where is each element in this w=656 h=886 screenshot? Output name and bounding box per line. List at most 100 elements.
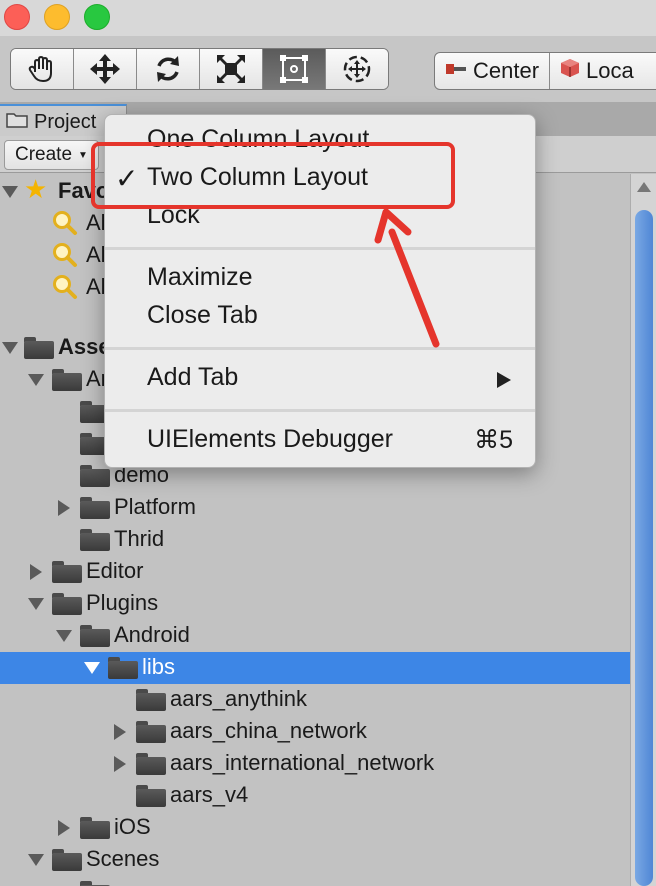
transform-tool-group: [10, 48, 389, 90]
star-icon: ★: [24, 174, 48, 204]
tab-project-label: Project: [34, 110, 97, 133]
tree-row-android[interactable]: Android: [0, 620, 630, 652]
tree-row-plugins[interactable]: Plugins: [0, 588, 630, 620]
menu-item-label: UIElements Debugger: [147, 425, 393, 453]
folder-icon: [108, 657, 138, 679]
folder-icon: [6, 111, 28, 134]
folder-icon: [80, 881, 110, 886]
menu-separator: [105, 409, 535, 412]
move-icon: [90, 54, 120, 84]
folder-icon: [24, 337, 54, 359]
scrollbar-thumb[interactable]: [635, 210, 653, 886]
favorite-label: Al: [86, 274, 106, 299]
main-toolbar: Center Loca: [0, 36, 656, 102]
tree-item-label: Scenes: [86, 846, 160, 871]
folder-icon: [80, 625, 110, 647]
move-tool-button[interactable]: [74, 49, 137, 89]
collapse-arrow-icon[interactable]: [114, 756, 126, 772]
annotation-highlight-box: [91, 142, 455, 209]
window-close-button[interactable]: [4, 4, 30, 30]
tree-row-libs[interactable]: libs: [0, 652, 630, 684]
menu-separator: [105, 247, 535, 250]
collapse-arrow-icon[interactable]: [58, 500, 70, 516]
cube-icon: [560, 58, 580, 84]
expand-arrow-icon[interactable]: [2, 342, 18, 354]
tree-item-label: aars_anythink: [170, 686, 307, 711]
tree-row-aars-v4[interactable]: aars_v4: [0, 780, 630, 812]
tree-item-label: Android: [114, 622, 190, 647]
transform-tool-button[interactable]: [326, 49, 388, 89]
menu-item-label: Close Tab: [147, 301, 258, 329]
expand-arrow-icon[interactable]: [28, 854, 44, 866]
tree-item-label: iOS: [114, 814, 151, 839]
pivot-center-label: Center: [473, 58, 540, 83]
tree-item-label: Thrid: [114, 526, 165, 551]
rect-tool-button[interactable]: [263, 49, 326, 89]
assets-label: Asse: [58, 334, 111, 359]
favorite-label: Al: [86, 210, 106, 235]
folder-icon: [136, 689, 166, 711]
tree-row-aars-international-network[interactable]: aars_international_network: [0, 748, 630, 780]
search-icon: [53, 275, 77, 299]
tree-item-label: aars_international_network: [170, 750, 435, 775]
folder-icon: [52, 593, 82, 615]
tree-item-label: libs: [142, 654, 176, 679]
folder-icon: [136, 753, 166, 775]
tree-row-ios[interactable]: iOS: [0, 812, 630, 844]
tree-scrollbar[interactable]: [630, 174, 656, 886]
folder-icon: [136, 785, 166, 807]
collapse-arrow-icon[interactable]: [58, 820, 70, 836]
menu-item-shortcut: ⌘5: [474, 426, 513, 454]
menu-item-close-tab[interactable]: Close Tab: [105, 299, 535, 335]
pivot-center-button[interactable]: Center: [435, 53, 551, 89]
menu-item-maximize[interactable]: Maximize: [105, 261, 535, 297]
tree-row-platform[interactable]: Platform: [0, 492, 630, 524]
search-icon: [53, 211, 77, 235]
collapse-arrow-icon[interactable]: [30, 564, 42, 580]
transform-icon: [343, 55, 371, 83]
folder-icon: [80, 497, 110, 519]
tree-item-label: Platform: [114, 494, 196, 519]
menu-separator: [105, 347, 535, 350]
window-title-bar: [0, 0, 656, 36]
menu-item-uielements-debugger[interactable]: UIElements Debugger ⌘5: [105, 423, 535, 459]
tree-item-label: aars_v4: [170, 782, 249, 807]
folder-icon: [80, 465, 110, 487]
tree-row-scenes[interactable]: Scenes: [0, 844, 630, 876]
tree-item-label: aars_china_network: [170, 718, 367, 743]
folder-icon: [52, 849, 82, 871]
rotate-tool-button[interactable]: [137, 49, 200, 89]
tree-row-aars-china-network[interactable]: aars_china_network: [0, 716, 630, 748]
pivot-local-label: Loca: [586, 58, 634, 83]
menu-item-add-tab[interactable]: Add Tab: [105, 361, 535, 397]
folder-icon: [52, 561, 82, 583]
tree-row-aars-anythink[interactable]: aars_anythink: [0, 684, 630, 716]
expand-arrow-icon[interactable]: [56, 630, 72, 642]
scroll-up-icon[interactable]: [637, 182, 651, 192]
tree-row-editor[interactable]: Editor: [0, 556, 630, 588]
folder-icon: [80, 529, 110, 551]
tree-row-partial[interactable]: [0, 876, 630, 886]
pivot-local-button[interactable]: Loca: [550, 53, 656, 89]
expand-arrow-icon[interactable]: [84, 662, 100, 674]
expand-arrow-icon[interactable]: [28, 598, 44, 610]
expand-arrow-icon[interactable]: [2, 186, 18, 198]
hand-icon: [28, 56, 52, 82]
folder-icon: [52, 369, 82, 391]
menu-item-label: Add Tab: [147, 363, 239, 391]
rect-transform-icon: [280, 55, 308, 83]
create-dropdown-button[interactable]: Create ▼: [4, 140, 99, 170]
pivot-icon: [445, 58, 467, 84]
tree-item-label: Plugins: [86, 590, 159, 615]
menu-item-label: Maximize: [147, 263, 253, 291]
expand-arrow-icon[interactable]: [28, 374, 44, 386]
hand-tool-button[interactable]: [11, 49, 74, 89]
scale-tool-button[interactable]: [200, 49, 263, 89]
window-zoom-button[interactable]: [84, 4, 110, 30]
scale-icon: [217, 55, 245, 83]
submenu-arrow-icon: [497, 372, 511, 388]
tree-row-thrid[interactable]: Thrid: [0, 524, 630, 556]
window-minimize-button[interactable]: [44, 4, 70, 30]
pivot-toggle-group: Center Loca: [434, 52, 656, 90]
collapse-arrow-icon[interactable]: [114, 724, 126, 740]
